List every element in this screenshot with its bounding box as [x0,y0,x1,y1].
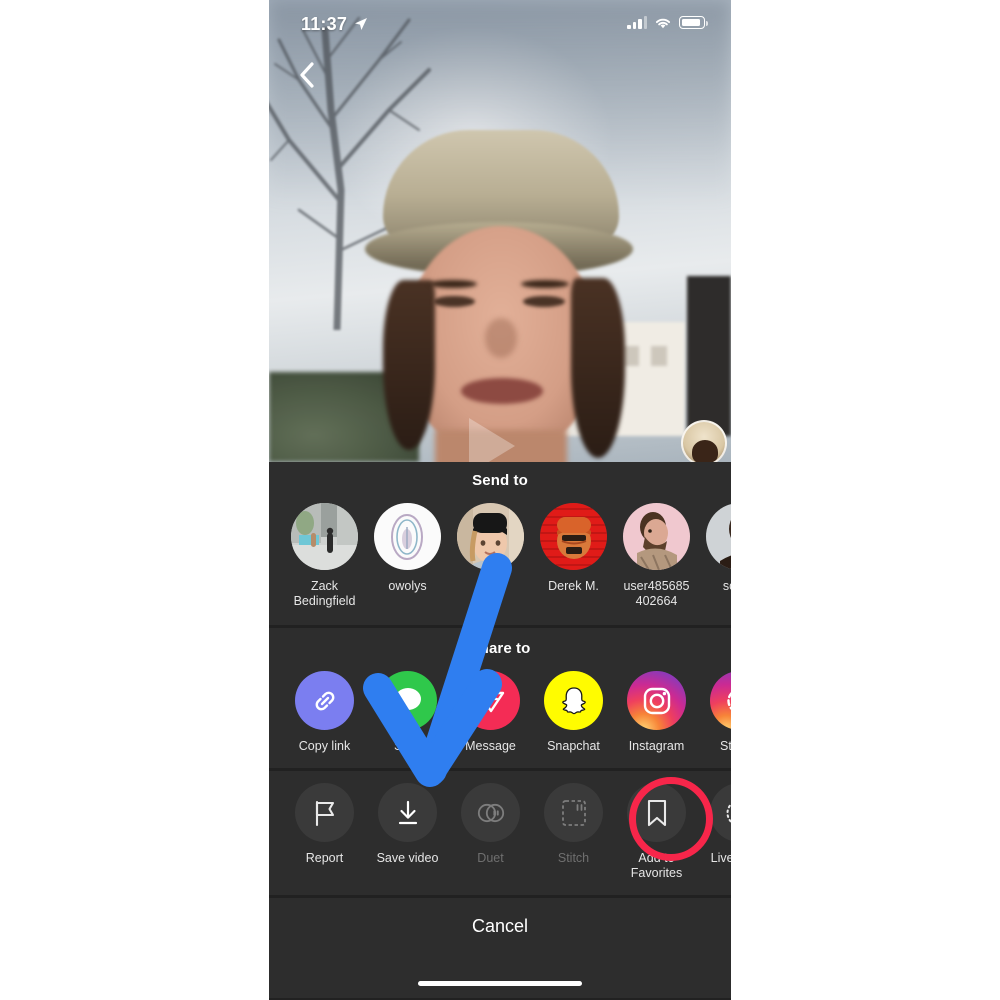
contact-user485685402664[interactable]: user485685402664 [623,503,690,609]
play-triangle-icon[interactable] [469,418,515,462]
chevron-left-icon [299,62,314,88]
share-message[interactable]: Message [457,671,524,754]
back-button[interactable] [287,56,325,94]
action-duet[interactable]: Duet [457,783,524,866]
action-add-to-favorites[interactable]: Add to Favorites [623,783,690,881]
status-indicators [627,16,709,29]
instagram-stories-icon [710,671,731,730]
battery-icon [679,16,709,29]
share-label: Snapchat [547,739,600,753]
contact-owolys[interactable]: owolys [374,503,441,594]
action-live-photo[interactable]: Live photo [706,783,731,866]
status-time: 11:37 [301,14,348,34]
send-to-title: Send to [472,472,528,489]
contact-name: scott_ [722,579,731,593]
share-label: Message [465,739,516,753]
location-arrow-icon [355,18,367,30]
share-to-title: Share to [469,640,531,657]
live-photo-icon [710,783,731,842]
beanie-person-avatar [457,503,524,570]
contact-beanie-person[interactable] [457,503,524,579]
bookmark-icon [627,783,686,842]
share-label: Copy link [298,739,351,753]
red-cartoon-avatar [540,503,607,570]
share-to-section: Share to Copy link SMS Message Snapchat … [269,628,731,768]
screenshot-canvas: 11:37 Send to Zack Bedingfield owolys De… [0,0,1000,1000]
video-player[interactable] [269,0,731,462]
share-to-row[interactable]: Copy link SMS Message Snapchat Instagram… [269,671,731,754]
share-label: Instagram [628,739,685,753]
action-save-video[interactable]: Save video [374,783,441,866]
action-stitch[interactable]: Stitch [540,783,607,866]
direct-message-icon [461,671,520,730]
status-bar: 11:37 [269,0,731,46]
stitch-icon [544,783,603,842]
contact-zack-bedingfield[interactable]: Zack Bedingfield [291,503,358,609]
street-photo-avatar [291,503,358,570]
cancel-button[interactable]: Cancel [269,916,731,937]
action-report[interactable]: Report [291,783,358,866]
share-sheet: Send to Zack Bedingfield owolys Derek M.… [269,462,731,1000]
share-instagram[interactable]: Instagram [623,671,690,754]
actions-section: Report Save video Duet Stitch Add to Fav… [269,771,731,895]
contact-name: user485685402664 [623,579,690,608]
cellular-signal-icon [627,16,647,29]
download-icon [378,783,437,842]
white-abstract-avatar [374,503,441,570]
pink-bearded-man-avatar [623,503,690,570]
actions-row[interactable]: Report Save video Duet Stitch Add to Fav… [269,783,731,881]
duet-circles-icon [461,783,520,842]
action-label: Live photo [710,851,731,865]
home-indicator [418,981,582,986]
instagram-camera-icon [627,671,686,730]
share-label: SMS [393,739,422,753]
dark-portrait-avatar [706,503,731,570]
cancel-section: Cancel [269,898,731,998]
action-label: Duet [477,851,504,865]
contact-scott[interactable]: scott_ [706,503,731,594]
action-label: Add to Favorites [630,851,683,880]
share-label: Stories [720,739,731,753]
link-icon [295,671,354,730]
flag-icon [295,783,354,842]
action-label: Save video [376,851,439,865]
phone-screen: 11:37 Send to Zack Bedingfield owolys De… [269,0,731,1000]
sms-bubble-icon [378,671,437,730]
share-copy-link[interactable]: Copy link [291,671,358,754]
contact-name: owolys [388,579,427,593]
send-to-section: Send to Zack Bedingfield owolys Derek M.… [269,462,731,625]
creator-avatar[interactable] [681,420,727,462]
person-in-video [365,130,635,462]
snapchat-ghost-icon [544,671,603,730]
contact-derek-m[interactable]: Derek M. [540,503,607,594]
action-label: Report [305,851,344,865]
share-snapchat[interactable]: Snapchat [540,671,607,754]
contact-name: Zack Bedingfield [293,579,356,608]
share-stories[interactable]: Stories [706,671,731,754]
wifi-icon [655,18,671,29]
contact-name: Derek M. [548,579,599,593]
action-label: Stitch [557,851,590,865]
send-to-row[interactable]: Zack Bedingfield owolys Derek M. user485… [269,503,731,609]
share-sms[interactable]: SMS [374,671,441,754]
